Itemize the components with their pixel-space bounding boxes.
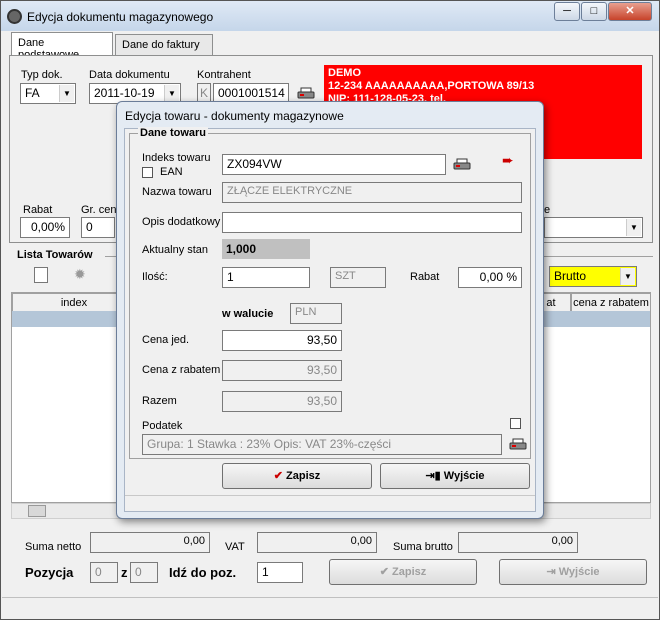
maximize-button[interactable]: □ <box>581 2 607 21</box>
gr-cen-stepper[interactable]: 0 <box>81 217 115 238</box>
chevron-down-icon: ▼ <box>620 268 635 285</box>
suma-netto-value: 0,00 <box>90 532 210 553</box>
podatek-checkbox[interactable] <box>510 418 521 429</box>
side-label-e: e <box>544 204 551 216</box>
ilosc-label: Ilość: <box>142 271 168 283</box>
suma-brutto-value: 0,00 <box>458 532 578 553</box>
printer-icon[interactable] <box>453 158 471 175</box>
waluta-field: PLN <box>290 303 342 324</box>
cena-jed-label: Cena jed. <box>142 334 190 346</box>
chevron-down-icon: ▼ <box>59 85 74 102</box>
tab-dane-podstawowe[interactable]: Dane podstawowe <box>11 32 113 61</box>
data-dokumentu-label: Data dokumentu <box>89 69 170 81</box>
window-title: Edycja dokumentu magazynowego <box>27 10 214 24</box>
podatek-info: Grupa: 1 Stawka : 23% Opis: VAT 23%-częś… <box>142 434 502 455</box>
indeks-label: Indeks towaru <box>142 152 211 164</box>
indeks-input[interactable]: ZX094VW <box>222 154 446 175</box>
cena-rabat-field: 93,50 <box>222 360 342 381</box>
main-save-button[interactable]: ✔ Zapisz <box>329 559 477 585</box>
dialog-rabat-label: Rabat <box>410 271 440 283</box>
new-document-icon[interactable] <box>34 267 48 283</box>
vat-value: 0,00 <box>257 532 377 553</box>
nazwa-label: Nazwa towaru <box>142 186 212 198</box>
scroll-thumb[interactable] <box>28 505 46 517</box>
z-label: z <box>121 565 128 580</box>
delete-icon[interactable]: ✹ <box>74 266 86 283</box>
dialog-rabat-input[interactable]: 0,00 % <box>458 267 522 288</box>
dialog-status-bar <box>125 495 535 511</box>
platnosc-select[interactable]: ▼ <box>544 217 643 238</box>
kontrahent-address: 12-234 AAAAAAAAAA,PORTOWA 89/13 <box>328 80 535 92</box>
pozycja-value: 0 <box>90 562 118 583</box>
ean-label: EAN <box>160 166 183 178</box>
dialog-exit-button[interactable]: ⇥▮ Wyjście <box>380 463 530 489</box>
dane-towaru-group: Dane towaru Indeks towaru EAN ZX094VW ➨ … <box>129 127 531 459</box>
tab-dane-do-faktury[interactable]: Dane do faktury <box>115 34 213 56</box>
lista-towarow-title: Lista Towarów <box>17 249 93 261</box>
ean-checkbox[interactable] <box>142 167 153 178</box>
dialog-save-button[interactable]: ✔ Zapisz <box>222 463 372 489</box>
kontrahent-label: Kontrahent <box>197 69 251 81</box>
app-gear-icon <box>7 9 22 24</box>
suma-brutto-label: Suma brutto <box>393 541 453 553</box>
vat-label: VAT <box>225 541 245 553</box>
typ-dok-label: Typ dok. <box>21 69 63 81</box>
idz-do-poz-label: Idź do poz. <box>169 565 237 580</box>
close-button[interactable]: ✕ <box>608 2 652 21</box>
razem-field: 93,50 <box>222 391 342 412</box>
dane-towaru-legend: Dane towaru <box>138 127 209 139</box>
exit-door-icon: ⇥▮ <box>425 470 441 482</box>
col-cena-z-rabatem[interactable]: cena z rabatem <box>571 293 651 313</box>
title-bar: Edycja dokumentu magazynowego ─ □ ✕ <box>1 1 659 31</box>
chevron-down-icon: ▼ <box>164 85 179 102</box>
cena-rabat-label: Cena z rabatem <box>142 364 221 376</box>
jednostka-field: SZT <box>330 267 386 288</box>
stan-value: 1,000 <box>222 239 310 259</box>
pozycja-label: Pozycja <box>25 565 74 580</box>
main-exit-button[interactable]: ⇥ Wyjście <box>499 559 647 585</box>
rabat-label: Rabat <box>23 204 53 216</box>
edit-item-dialog: Edycja towaru - dokumenty magazynowe Dan… <box>116 101 544 519</box>
status-bar <box>2 597 658 619</box>
podatek-label: Podatek <box>142 420 183 432</box>
minimize-button[interactable]: ─ <box>554 2 580 21</box>
opis-input[interactable] <box>222 212 522 233</box>
ilosc-input[interactable]: 1 <box>222 267 310 288</box>
kontrahent-name: DEMO <box>328 67 361 79</box>
stan-label: Aktualny stan <box>142 244 209 256</box>
printer-icon[interactable] <box>509 438 527 455</box>
cena-jed-input[interactable]: 93,50 <box>222 330 342 351</box>
arrow-right-icon[interactable]: ➨ <box>502 152 514 169</box>
nazwa-field: ZŁĄCZE ELEKTRYCZNE <box>222 182 522 203</box>
check-icon: ✔ <box>273 470 283 482</box>
z-value: 0 <box>130 562 158 583</box>
idz-do-poz-stepper[interactable]: 1 <box>257 562 303 583</box>
waluta-label: w walucie <box>222 308 274 320</box>
razem-label: Razem <box>142 395 177 407</box>
opis-label: Opis dodatkowy <box>142 216 221 228</box>
gr-cen-label: Gr. cen <box>81 204 117 216</box>
dialog-title: Edycja towaru - dokumenty magazynowe <box>125 109 344 123</box>
suma-netto-label: Suma netto <box>25 541 82 553</box>
dialog-body: Dane towaru Indeks towaru EAN ZX094VW ➨ … <box>124 127 536 512</box>
chevron-down-icon: ▼ <box>626 219 641 236</box>
typ-dok-select[interactable]: FA ▼ <box>20 83 76 104</box>
rabat-field[interactable]: 0,00% <box>20 217 70 238</box>
price-mode-select[interactable]: Brutto ▼ <box>549 266 637 287</box>
